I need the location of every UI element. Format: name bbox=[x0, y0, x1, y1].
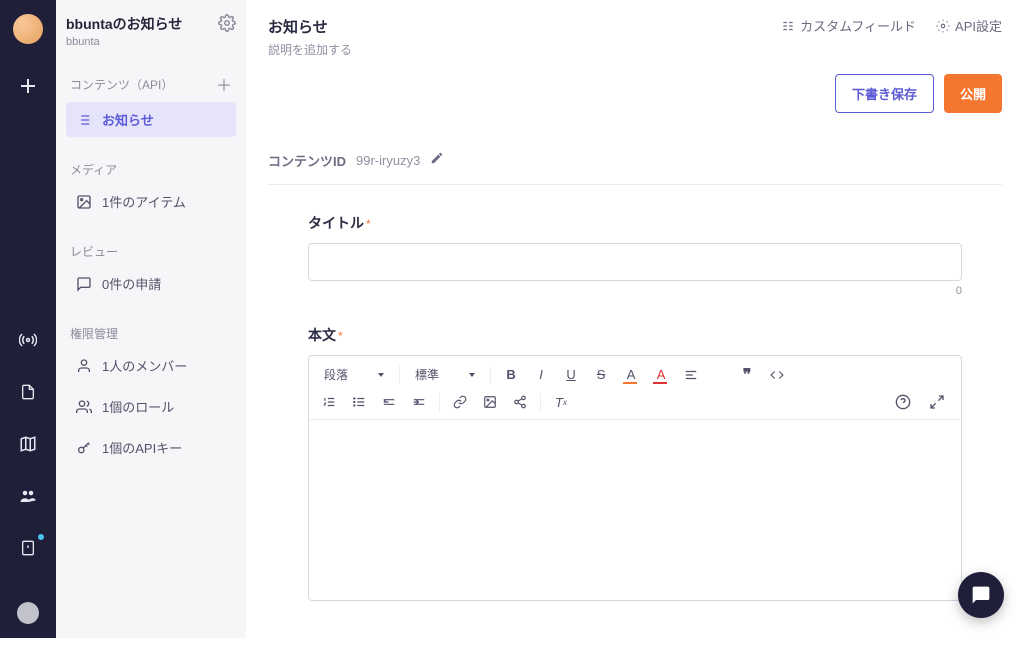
field-title-label: タイトル bbox=[308, 215, 364, 231]
save-draft-button[interactable]: 下書き保存 bbox=[835, 74, 934, 113]
user-icon bbox=[76, 358, 92, 374]
separator bbox=[439, 393, 440, 411]
sidebar-item-members[interactable]: 1人のメンバー bbox=[66, 348, 236, 383]
section-content-header: コンテンツ（API） bbox=[70, 76, 173, 93]
sidebar-item-announcements[interactable]: お知らせ bbox=[66, 102, 236, 137]
bold-icon[interactable]: B bbox=[499, 364, 523, 386]
team-icon[interactable] bbox=[16, 484, 40, 508]
title-input[interactable] bbox=[308, 243, 962, 281]
api-settings-label: API設定 bbox=[955, 16, 1002, 35]
api-settings-link[interactable]: API設定 bbox=[936, 16, 1002, 35]
sidebar-item-label: 1個のロール bbox=[102, 397, 174, 416]
custom-fields-label: カスタムフィールド bbox=[800, 16, 916, 35]
editor-toolbar: 段落 標準 B I U S A A bbox=[309, 356, 961, 420]
sidebar-item-label: 1人のメンバー bbox=[102, 356, 187, 375]
icon-rail bbox=[0, 0, 56, 638]
add-content-icon[interactable]: ＋ bbox=[216, 72, 232, 96]
separator bbox=[490, 366, 491, 384]
required-marker: * bbox=[338, 329, 343, 343]
ordered-list-icon[interactable] bbox=[317, 391, 341, 413]
highlight-icon[interactable]: A bbox=[619, 364, 643, 386]
text-color-icon[interactable]: A bbox=[649, 364, 673, 386]
image-icon bbox=[76, 194, 92, 210]
comment-icon bbox=[76, 276, 92, 292]
add-icon[interactable] bbox=[16, 74, 40, 98]
indent-icon[interactable] bbox=[407, 391, 431, 413]
project-subtitle: bbunta bbox=[66, 36, 182, 48]
sidebar-item-apikeys[interactable]: 1個のAPIキー bbox=[66, 430, 236, 465]
sidebar: bbuntaのお知らせ bbunta コンテンツ（API） ＋ お知らせ メディ… bbox=[56, 0, 246, 638]
field-body: 本文* 段落 標準 B I U S A A bbox=[308, 325, 962, 601]
sidebar-item-label: 1個のAPIキー bbox=[102, 438, 182, 457]
unordered-list-icon[interactable] bbox=[347, 391, 371, 413]
insert-image-icon[interactable] bbox=[478, 391, 502, 413]
custom-fields-link[interactable]: カスタムフィールド bbox=[781, 16, 916, 35]
document-icon[interactable] bbox=[16, 380, 40, 404]
chat-icon[interactable] bbox=[958, 572, 1004, 618]
link-icon[interactable] bbox=[448, 391, 472, 413]
field-body-label: 本文 bbox=[308, 327, 336, 343]
list-icon bbox=[76, 112, 92, 128]
sidebar-item-review[interactable]: 0件の申請 bbox=[66, 266, 236, 301]
pencil-icon[interactable] bbox=[430, 151, 444, 170]
page-title: お知らせ bbox=[268, 16, 352, 37]
clear-format-icon[interactable]: Tx bbox=[549, 391, 573, 413]
separator bbox=[540, 393, 541, 411]
share-icon[interactable] bbox=[508, 391, 532, 413]
quote-icon[interactable]: ❞ bbox=[735, 364, 759, 386]
sidebar-item-label: 0件の申請 bbox=[102, 274, 161, 293]
style-select[interactable]: 標準 bbox=[408, 362, 482, 387]
format-select[interactable]: 段落 bbox=[317, 362, 391, 387]
expand-icon[interactable] bbox=[925, 391, 949, 413]
field-title: タイトル* 0 bbox=[308, 213, 962, 297]
sidebar-item-label: 1件のアイテム bbox=[102, 192, 186, 211]
section-media-header: メディア bbox=[70, 161, 117, 178]
strikethrough-icon[interactable]: S bbox=[589, 364, 613, 386]
rich-text-editor: 段落 標準 B I U S A A bbox=[308, 355, 962, 601]
sidebar-item-label: お知らせ bbox=[102, 110, 154, 129]
title-char-count: 0 bbox=[308, 285, 962, 297]
outdent-icon[interactable] bbox=[377, 391, 401, 413]
key-icon bbox=[76, 440, 92, 456]
sidebar-item-roles[interactable]: 1個のロール bbox=[66, 389, 236, 424]
broadcast-icon[interactable] bbox=[16, 328, 40, 352]
project-title: bbuntaのお知らせ bbox=[66, 14, 182, 34]
users-icon bbox=[76, 399, 92, 415]
underline-icon[interactable]: U bbox=[559, 364, 583, 386]
section-perm-header: 権限管理 bbox=[70, 325, 118, 342]
gear-icon[interactable] bbox=[218, 14, 236, 37]
separator bbox=[399, 366, 400, 384]
content-id-label: コンテンツID bbox=[268, 151, 346, 170]
help-icon[interactable] bbox=[891, 391, 915, 413]
sidebar-item-media[interactable]: 1件のアイテム bbox=[66, 184, 236, 219]
content-id-value: 99r-iryuzy3 bbox=[356, 153, 420, 168]
italic-icon[interactable]: I bbox=[529, 364, 553, 386]
user-avatar-icon[interactable] bbox=[17, 602, 39, 624]
section-review-header: レビュー bbox=[70, 243, 118, 260]
map-icon[interactable] bbox=[16, 432, 40, 456]
editor-textarea[interactable] bbox=[309, 420, 961, 600]
required-marker: * bbox=[366, 217, 371, 231]
align-icon[interactable] bbox=[679, 364, 703, 386]
page-description[interactable]: 説明を追加する bbox=[268, 41, 352, 58]
main-content: お知らせ 説明を追加する カスタムフィールド API設定 下書き保存 公開 コン… bbox=[246, 0, 1024, 638]
publish-button[interactable]: 公開 bbox=[944, 74, 1002, 113]
code-icon[interactable] bbox=[765, 364, 789, 386]
workspace-avatar[interactable] bbox=[13, 14, 43, 44]
alert-icon[interactable] bbox=[16, 536, 40, 560]
